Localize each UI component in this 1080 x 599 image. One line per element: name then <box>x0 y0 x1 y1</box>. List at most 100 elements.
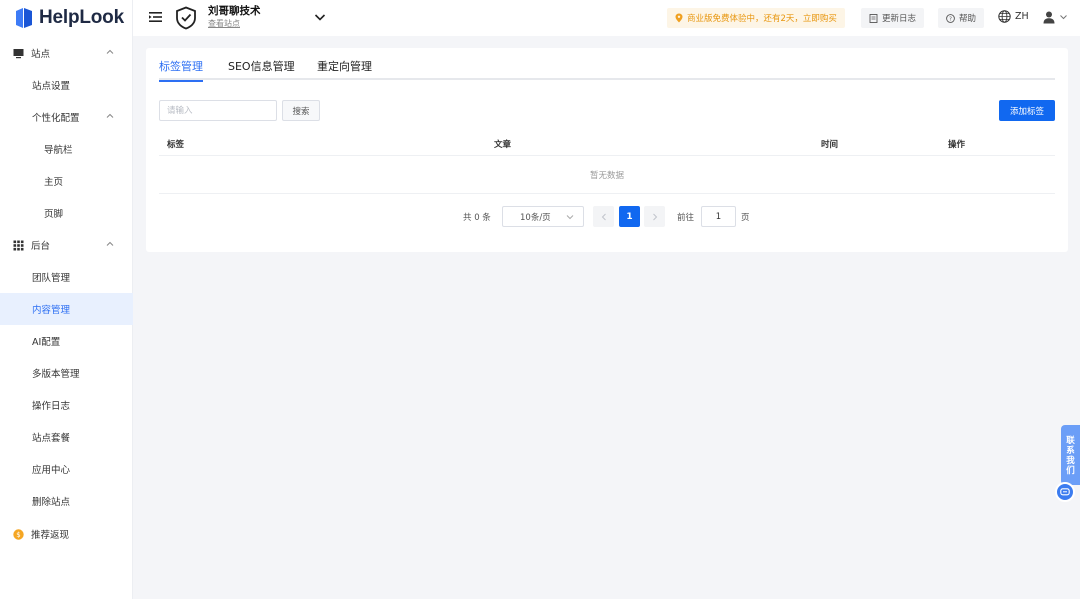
empty-text: 暂无数据 <box>589 170 624 181</box>
sidebar-item-label: 导航栏 <box>44 145 73 156</box>
changelog-label: 更新日志 <box>882 14 917 24</box>
prev-page-button[interactable] <box>593 206 614 227</box>
document-icon <box>869 13 878 23</box>
sidebar-item-label: 主页 <box>44 177 64 188</box>
globe-icon <box>998 10 1011 23</box>
chat-bubble-button[interactable] <box>1055 482 1075 502</box>
contact-char: 们 <box>1066 466 1075 476</box>
topbar: 刘哥聊技术 查看站点 商业版免费体验中，还有2天，立即购买 更新日志 ? 帮助 … <box>133 0 1080 36</box>
language-label: ZH <box>1015 11 1029 22</box>
chevron-left-icon <box>601 213 606 220</box>
tab-seo-management[interactable]: SEO信息管理 <box>228 58 295 80</box>
sidebar-item-site-settings[interactable]: 站点设置 <box>0 69 133 101</box>
sidebar: HelpLook 站点 站点设置 个性化配置 导航栏 主页 页脚 后台 团队管理… <box>0 0 133 599</box>
site-switcher[interactable]: 刘哥聊技术 查看站点 <box>208 5 261 29</box>
chevron-right-icon <box>652 213 657 220</box>
contact-us-tab[interactable]: 联 系 我 们 <box>1061 425 1080 485</box>
language-switcher[interactable]: ZH <box>998 10 1029 23</box>
sidebar-item-label: 个性化配置 <box>32 113 80 124</box>
chevron-down-icon[interactable] <box>314 13 326 22</box>
user-avatar-icon <box>1043 11 1055 24</box>
page-number-current[interactable]: 1 <box>619 206 640 227</box>
sidebar-item-label: 站点设置 <box>32 81 71 92</box>
sidebar-item-label: 内容管理 <box>32 305 71 316</box>
menu-collapse-icon[interactable] <box>149 11 162 23</box>
tab-redirect-management[interactable]: 重定向管理 <box>317 58 372 80</box>
nav-group-backend[interactable]: 后台 <box>0 229 133 261</box>
helplook-logo[interactable]: HelpLook <box>14 6 124 30</box>
nav-group-referral[interactable]: $ 推荐返现 <box>0 517 133 551</box>
next-page-button[interactable] <box>644 206 665 227</box>
contact-char: 系 <box>1066 446 1075 456</box>
sidebar-nav: 站点 站点设置 个性化配置 导航栏 主页 页脚 后台 团队管理 内容管理 AI配… <box>0 37 133 551</box>
chat-icon <box>1060 487 1070 495</box>
sidebar-item-label: AI配置 <box>32 337 61 348</box>
column-header-time[interactable]: 时间 <box>821 138 838 150</box>
site-shield-icon <box>176 6 196 30</box>
grid-icon <box>13 240 24 251</box>
trial-promo-banner[interactable]: 商业版免费体验中，还有2天，立即购买 <box>667 8 845 28</box>
help-button[interactable]: ? 帮助 <box>938 8 985 28</box>
svg-text:?: ? <box>949 16 952 22</box>
nav-group-referral-label: 推荐返现 <box>31 530 70 541</box>
content-card: 标签管理 SEO信息管理 重定向管理 搜索 添加标签 标签 文章 时间 操作 暂… <box>146 48 1068 252</box>
help-label: 帮助 <box>959 14 977 24</box>
add-tag-button[interactable]: 添加标签 <box>999 100 1055 121</box>
monitor-icon <box>13 48 24 59</box>
sidebar-item-delete-site[interactable]: 删除站点 <box>0 485 133 517</box>
column-header-tag[interactable]: 标签 <box>167 138 184 150</box>
sidebar-item-label: 操作日志 <box>32 401 71 412</box>
column-header-article[interactable]: 文章 <box>494 138 511 150</box>
coin-icon: $ <box>13 528 24 540</box>
nav-group-backend-label: 后台 <box>31 241 51 252</box>
goto-label: 前往 <box>677 213 695 223</box>
goto-page-input[interactable] <box>701 206 736 227</box>
sidebar-item-apps[interactable]: 应用中心 <box>0 453 133 485</box>
brand-name: HelpLook <box>39 7 124 28</box>
sidebar-item-content[interactable]: 内容管理 <box>0 293 133 325</box>
helplook-logo-icon <box>16 8 32 28</box>
view-site-link[interactable]: 查看站点 <box>208 18 261 29</box>
tab-bar: 标签管理 SEO信息管理 重定向管理 <box>159 48 1055 82</box>
sidebar-item-team[interactable]: 团队管理 <box>0 261 133 293</box>
contact-char: 我 <box>1066 456 1075 466</box>
sidebar-item-label: 页脚 <box>44 209 64 220</box>
tab-tag-management[interactable]: 标签管理 <box>159 58 203 82</box>
sidebar-item-navbar[interactable]: 导航栏 <box>0 133 133 165</box>
table-empty-row: 暂无数据 <box>159 156 1055 194</box>
sidebar-item-label: 站点套餐 <box>32 433 71 444</box>
chevron-up-icon <box>106 113 114 118</box>
site-name: 刘哥聊技术 <box>208 5 261 17</box>
chevron-up-icon <box>106 241 114 246</box>
sidebar-item-logs[interactable]: 操作日志 <box>0 389 133 421</box>
sidebar-item-label: 团队管理 <box>32 273 71 284</box>
location-pin-icon <box>675 13 683 23</box>
pagination: 共 0 条 10条/页 1 前往 页 <box>146 206 1068 227</box>
user-menu[interactable] <box>1042 10 1068 24</box>
goto-unit-label: 页 <box>741 213 750 223</box>
chevron-down-icon <box>566 215 574 220</box>
chevron-down-icon <box>1060 15 1067 20</box>
sidebar-item-label: 多版本管理 <box>32 369 80 380</box>
nav-group-site-label: 站点 <box>31 49 51 60</box>
sidebar-item-label: 删除站点 <box>32 497 71 508</box>
chevron-up-icon <box>106 49 114 54</box>
sidebar-item-versions[interactable]: 多版本管理 <box>0 357 133 389</box>
changelog-button[interactable]: 更新日志 <box>861 8 925 28</box>
sidebar-item-footer[interactable]: 页脚 <box>0 197 133 229</box>
promo-text: 商业版免费体验中，还有2天，立即购买 <box>687 14 837 24</box>
sidebar-item-plan[interactable]: 站点套餐 <box>0 421 133 453</box>
page-size-value: 10条/页 <box>520 212 551 223</box>
help-circle-icon: ? <box>946 13 955 23</box>
sidebar-item-homepage[interactable]: 主页 <box>0 165 133 197</box>
sidebar-item-ai[interactable]: AI配置 <box>0 325 133 357</box>
nav-group-site[interactable]: 站点 <box>0 37 133 69</box>
sidebar-item-personalize[interactable]: 个性化配置 <box>0 101 133 133</box>
search-input[interactable] <box>159 100 277 121</box>
sidebar-item-label: 应用中心 <box>32 465 71 476</box>
page-size-select[interactable]: 10条/页 <box>502 206 584 227</box>
table-header: 标签 文章 时间 操作 <box>159 132 1055 156</box>
svg-text:$: $ <box>16 531 20 539</box>
search-button[interactable]: 搜索 <box>282 100 320 121</box>
pagination-total: 共 0 条 <box>463 213 491 223</box>
